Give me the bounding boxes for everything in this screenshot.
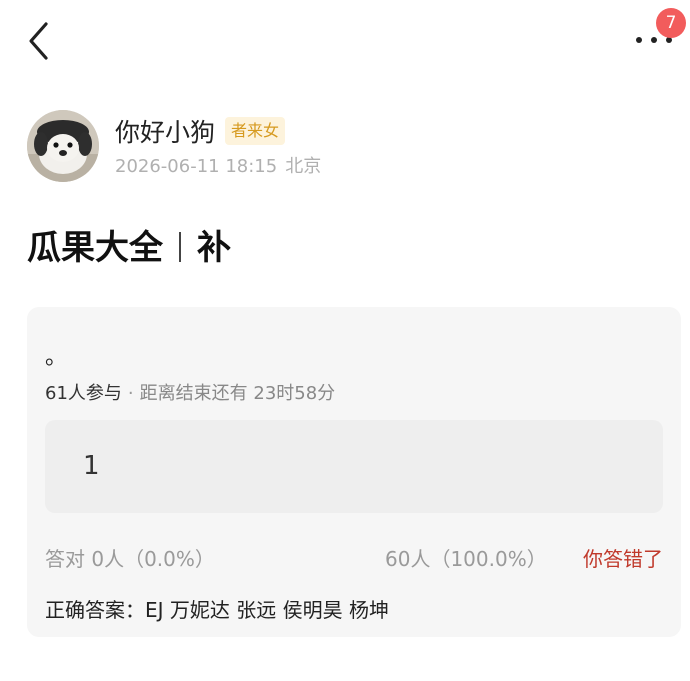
- poll-meta: 61人参与 · 距离结束还有 23时58分: [45, 379, 335, 405]
- chevron-left-icon: [29, 22, 48, 60]
- post-title: 瓜果大全补: [27, 220, 231, 269]
- notification-badge: 7: [656, 8, 686, 38]
- post-title-main: 瓜果大全: [27, 228, 163, 268]
- post-title-suffix: 补: [197, 228, 231, 268]
- poll-card: 。 61人参与 · 距离结束还有 23时58分 1 答对 0人（0.0%） 60人（…: [27, 307, 681, 637]
- correct-stat: 答对 0人（0.0%）: [45, 547, 215, 571]
- poll-participants: 61人参与: [45, 383, 122, 404]
- author-name[interactable]: 你好小狗: [115, 113, 215, 149]
- more-dots-icon: [636, 37, 672, 43]
- option-stat: 60人（100.0%）: [385, 547, 547, 571]
- result-status: 你答错了: [583, 547, 663, 571]
- poll-post-page: 7 你好小狗 者来女 2026-06-11 18:15 北京 瓜果大全补 。 61…: [0, 0, 690, 681]
- poll-option[interactable]: 1: [45, 420, 663, 513]
- title-divider: [179, 232, 181, 262]
- post-meta: 2026-06-11 18:15 北京: [115, 152, 321, 178]
- correct-answer: 正确答案：EJ 万妮达 张远 侯明昊 杨坤: [45, 598, 389, 622]
- puppy-avatar-icon: [27, 110, 99, 182]
- post-timestamp: 2026-06-11 18:15: [115, 156, 278, 177]
- poll-option-label: 1: [83, 451, 100, 481]
- poll-result-row: 答对 0人（0.0%） 60人（100.0%） 你答错了: [45, 543, 663, 572]
- poll-question: 。: [45, 345, 68, 370]
- post-location: 北京: [285, 156, 322, 177]
- poll-deadline: 距离结束还有 23时58分: [139, 383, 336, 404]
- back-button[interactable]: [22, 18, 58, 64]
- avatar[interactable]: [27, 110, 99, 182]
- meta-separator-dot: ·: [127, 383, 134, 404]
- author-tag: 者来女: [225, 117, 286, 145]
